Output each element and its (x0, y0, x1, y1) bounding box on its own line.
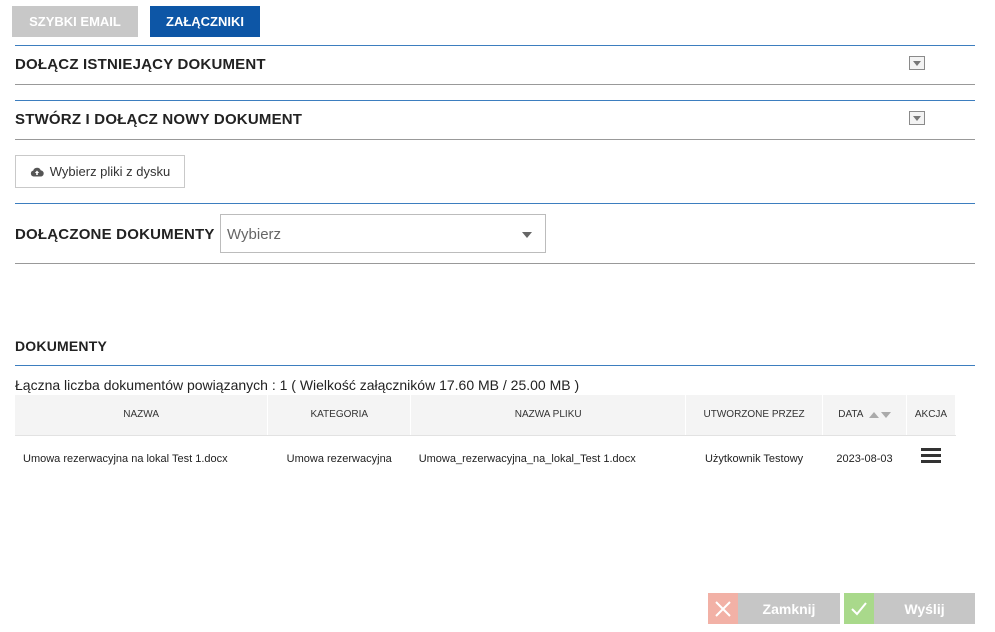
checkmark-icon (844, 593, 874, 624)
cell-created-by: Użytkownik Testowy (704, 453, 804, 466)
upload-files-button[interactable]: Wybierz pliki z dysku (15, 155, 185, 188)
upload-files-label: Wybierz pliki z dysku (49, 164, 171, 179)
expand-attach-existing-icon[interactable] (909, 56, 925, 70)
sort-icon[interactable] (868, 411, 891, 418)
table-row: Umowa rezerwacyjna na lokal Test 1.docx … (15, 435, 956, 483)
divider (15, 100, 975, 101)
divider (15, 139, 975, 140)
tab-bar: SZYBKI EMAIL ZAŁĄCZNIKI (12, 6, 260, 37)
section-create-new[interactable]: STWÓRZ I DOŁĄCZ NOWY DOKUMENT (15, 111, 302, 128)
attached-documents-select[interactable]: Wybierz (220, 214, 546, 253)
cell-filename: Umowa_rezerwacyjna_na_lokal_Test 1.docx (418, 453, 636, 466)
tab-quick-email[interactable]: SZYBKI EMAIL (12, 6, 138, 37)
divider (15, 203, 975, 204)
chevron-down-icon (522, 232, 532, 238)
documents-table: NAZWA KATEGORIA NAZWA PLIKU UTWORZONE PR… (15, 395, 957, 483)
section-attach-existing[interactable]: DOŁĄCZ ISTNIEJĄCY DOKUMENT (15, 56, 266, 73)
cell-name: Umowa rezerwacyjna na lokal Test 1.docx (23, 453, 228, 466)
select-value: Wybierz (227, 226, 282, 243)
close-button-label: Zamknij (738, 593, 840, 624)
hamburger-menu-icon[interactable] (920, 448, 941, 464)
send-button[interactable]: Wyślij (844, 593, 975, 624)
column-header-created-by[interactable]: UTWORZONE PRZEZ (685, 395, 824, 436)
column-header-date[interactable]: DATA (822, 395, 907, 436)
divider (15, 45, 975, 46)
sort-up-icon[interactable] (868, 411, 879, 418)
send-button-label: Wyślij (874, 593, 975, 624)
documents-heading: DOKUMENTY (15, 338, 108, 354)
documents-summary: Łączna liczba dokumentów powiązanych : 1… (15, 377, 580, 393)
sort-down-icon[interactable] (880, 411, 891, 418)
cell-date: 2023-08-03 (836, 453, 893, 466)
close-icon (708, 593, 738, 624)
close-button[interactable]: Zamknij (708, 593, 840, 624)
section-attached-documents: DOŁĄCZONE DOKUMENTY (15, 226, 215, 243)
column-header-category[interactable]: KATEGORIA (267, 395, 412, 436)
column-header-filename[interactable]: NAZWA PLIKU (410, 395, 687, 436)
divider (15, 263, 975, 264)
tab-attachments[interactable]: ZAŁĄCZNIKI (150, 6, 260, 37)
cell-category: Umowa rezerwacyjna (286, 453, 392, 466)
cloud-upload-icon (30, 167, 44, 177)
column-header-name[interactable]: NAZWA (15, 395, 269, 436)
divider (15, 365, 975, 366)
divider (15, 84, 975, 85)
expand-create-new-icon[interactable] (909, 111, 925, 125)
column-header-action: AKCJA (906, 395, 957, 436)
table-header-row: NAZWA KATEGORIA NAZWA PLIKU UTWORZONE PR… (15, 395, 957, 436)
cell-action (906, 435, 955, 483)
column-header-date-label: DATA (838, 409, 863, 421)
